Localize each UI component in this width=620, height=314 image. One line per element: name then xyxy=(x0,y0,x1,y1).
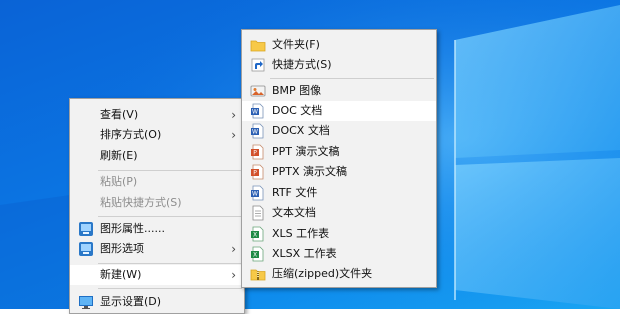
rtf-file-icon: W xyxy=(251,185,264,201)
menu-item-new-shortcut[interactable]: 快捷方式(S) xyxy=(242,55,436,75)
menu-item-label: XLSX 工作表 xyxy=(272,247,337,260)
menu-item-label: 文件夹(F) xyxy=(272,38,320,51)
menu-item-refresh[interactable]: 刷新(E) xyxy=(70,146,244,166)
svg-text:W: W xyxy=(252,129,258,136)
menu-item-label: RTF 文件 xyxy=(272,186,318,199)
menu-item-label: PPTX 演示文稿 xyxy=(272,165,348,178)
svg-text:P: P xyxy=(253,150,257,157)
menu-item-new-doc[interactable]: W DOC 文档 xyxy=(242,101,436,121)
svg-text:X: X xyxy=(253,232,257,239)
menu-item-label: 显示设置(D) xyxy=(100,295,162,308)
graphics-options-icon xyxy=(79,242,93,256)
bmp-image-icon xyxy=(250,85,266,97)
menu-item-label: 排序方式(O) xyxy=(100,128,162,141)
menu-item-graphics-properties[interactable]: 图形属性...... xyxy=(70,219,244,239)
menu-item-new[interactable]: 新建(W) › xyxy=(70,265,244,285)
menu-item-new-xls[interactable]: X XLS 工作表 xyxy=(242,224,436,244)
menu-item-new-docx[interactable]: W DOCX 文档 xyxy=(242,121,436,141)
menu-item-view[interactable]: 查看(V) › xyxy=(70,105,244,125)
desktop-context-menu: 查看(V) › 排序方式(O) › 刷新(E) 粘贴(P) 粘贴快捷方式(S) … xyxy=(69,98,245,314)
shortcut-icon xyxy=(251,58,265,72)
svg-text:W: W xyxy=(252,191,258,198)
folder-icon xyxy=(250,40,266,52)
menu-item-display-settings[interactable]: 显示设置(D) xyxy=(70,292,244,312)
menu-item-label: 刷新(E) xyxy=(100,149,138,162)
chevron-right-icon: › xyxy=(231,242,236,256)
menu-item-label: BMP 图像 xyxy=(272,84,322,97)
svg-text:P: P xyxy=(253,170,257,177)
menu-separator xyxy=(98,216,242,217)
docx-file-icon: W xyxy=(251,123,264,139)
new-submenu: 文件夹(F) 快捷方式(S) BMP 图像 W DOC 文档 W DOCX 文档 xyxy=(241,29,437,288)
menu-item-label: 粘贴(P) xyxy=(100,175,138,188)
menu-item-paste-shortcut[interactable]: 粘贴快捷方式(S) xyxy=(70,193,244,213)
menu-separator xyxy=(98,288,242,289)
zip-folder-icon xyxy=(250,269,266,281)
text-file-icon xyxy=(252,205,264,221)
menu-separator xyxy=(270,78,434,79)
svg-text:W: W xyxy=(252,109,258,116)
xls-file-icon: X xyxy=(251,226,264,242)
menu-item-label: PPT 演示文稿 xyxy=(272,145,340,158)
menu-item-label: 文本文档 xyxy=(272,206,316,219)
menu-item-label: 快捷方式(S) xyxy=(272,58,332,71)
menu-item-new-pptx[interactable]: P PPTX 演示文稿 xyxy=(242,162,436,182)
pptx-file-icon: P xyxy=(251,164,264,180)
menu-item-new-rtf[interactable]: W RTF 文件 xyxy=(242,183,436,203)
menu-item-label: 图形属性...... xyxy=(100,222,165,235)
chevron-right-icon: › xyxy=(231,108,236,122)
menu-item-sort-by[interactable]: 排序方式(O) › xyxy=(70,125,244,145)
doc-file-icon: W xyxy=(251,103,264,119)
display-settings-icon xyxy=(79,296,93,309)
menu-item-label: DOC 文档 xyxy=(272,104,323,117)
menu-item-graphics-options[interactable]: 图形选项 › xyxy=(70,239,244,259)
menu-item-label: 压缩(zipped)文件夹 xyxy=(272,267,373,280)
menu-separator xyxy=(98,263,242,264)
xlsx-file-icon: X xyxy=(251,246,264,262)
menu-item-label: 粘贴快捷方式(S) xyxy=(100,196,182,209)
chevron-right-icon: › xyxy=(231,128,236,142)
menu-item-new-folder[interactable]: 文件夹(F) xyxy=(242,35,436,55)
chevron-right-icon: › xyxy=(231,268,236,282)
ppt-file-icon: P xyxy=(251,144,264,160)
menu-item-label: 新建(W) xyxy=(100,268,142,281)
menu-separator xyxy=(98,170,242,171)
menu-item-new-zip-folder[interactable]: 压缩(zipped)文件夹 xyxy=(242,264,436,284)
menu-item-new-bmp-image[interactable]: BMP 图像 xyxy=(242,81,436,101)
menu-item-new-xlsx[interactable]: X XLSX 工作表 xyxy=(242,244,436,264)
graphics-properties-icon xyxy=(79,222,93,236)
menu-item-label: 查看(V) xyxy=(100,108,139,121)
menu-item-label: DOCX 文档 xyxy=(272,124,330,137)
menu-item-new-ppt[interactable]: P PPT 演示文稿 xyxy=(242,142,436,162)
menu-item-paste[interactable]: 粘贴(P) xyxy=(70,172,244,192)
svg-text:X: X xyxy=(253,252,257,259)
menu-item-label: 图形选项 xyxy=(100,242,144,255)
menu-item-new-text-document[interactable]: 文本文档 xyxy=(242,203,436,223)
menu-item-label: XLS 工作表 xyxy=(272,227,330,240)
